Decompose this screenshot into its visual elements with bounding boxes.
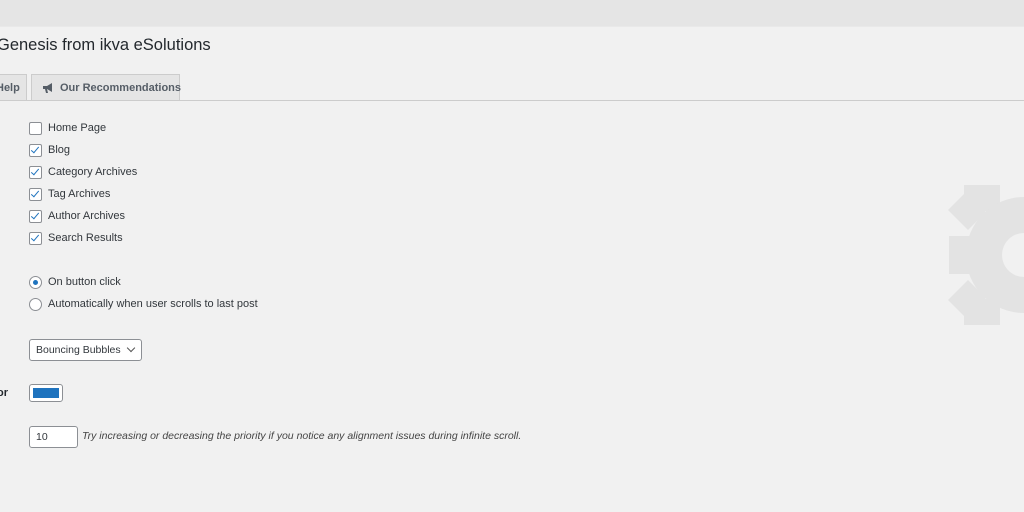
radio-button[interactable] bbox=[29, 275, 42, 289]
tab-our-recommendations[interactable]: Our Recommendations bbox=[31, 74, 182, 100]
settings-page: Genesis from ikva eSolutions Help Our Re… bbox=[0, 0, 1024, 512]
radio-on-button-click[interactable]: On button click bbox=[29, 274, 121, 290]
loader-style-value: Bouncing Bubbles bbox=[36, 344, 121, 356]
checkbox-label: Tag Archives bbox=[48, 188, 111, 200]
tab-divider bbox=[0, 100, 1024, 101]
checkbox-category-archives[interactable]: Category Archives bbox=[29, 164, 137, 180]
checkbox-label: Search Results bbox=[48, 232, 123, 244]
checkbox-label: Home Page bbox=[48, 122, 107, 134]
checkbox-home-page[interactable]: Home Page bbox=[29, 120, 106, 136]
page-title: Genesis from ikva eSolutions bbox=[0, 36, 211, 54]
checkbox-search-results[interactable]: Search Results bbox=[29, 230, 123, 246]
checkbox-blog[interactable]: Blog bbox=[29, 142, 70, 158]
checkbox-box[interactable] bbox=[29, 121, 42, 135]
checkbox-box[interactable] bbox=[29, 209, 42, 223]
checkbox-tag-archives[interactable]: Tag Archives bbox=[29, 186, 110, 202]
color-picker-button[interactable] bbox=[29, 384, 63, 402]
radio-button[interactable] bbox=[29, 297, 42, 311]
checkbox-box[interactable] bbox=[29, 165, 42, 179]
priority-hint: Try increasing or decreasing the priorit… bbox=[82, 430, 522, 442]
priority-input[interactable]: 10 bbox=[29, 426, 78, 448]
loader-style-select[interactable]: Bouncing Bubbles bbox=[29, 339, 142, 361]
chevron-down-icon bbox=[126, 343, 136, 353]
gear-icon bbox=[944, 180, 1024, 335]
settings-tabs: Help Our Recommendations bbox=[0, 74, 1024, 101]
radio-auto-scroll[interactable]: Automatically when user scrolls to last … bbox=[29, 296, 258, 312]
checkbox-label: Category Archives bbox=[48, 166, 138, 178]
checkbox-box[interactable] bbox=[29, 231, 42, 245]
tab-help-label: Help bbox=[0, 81, 20, 94]
checkbox-label: Blog bbox=[48, 144, 71, 156]
admin-top-bar bbox=[0, 0, 1024, 27]
checkbox-author-archives[interactable]: Author Archives bbox=[29, 208, 125, 224]
radio-label: Automatically when user scrolls to last … bbox=[48, 298, 258, 310]
checkbox-box[interactable] bbox=[29, 143, 42, 157]
color-swatch bbox=[33, 388, 59, 398]
priority-value: 10 bbox=[36, 431, 48, 443]
tab-help[interactable]: Help bbox=[0, 74, 27, 100]
radio-label: On button click bbox=[48, 276, 121, 288]
checkbox-label: Author Archives bbox=[48, 210, 126, 222]
checkbox-box[interactable] bbox=[29, 187, 42, 201]
color-field-label: or bbox=[0, 387, 8, 399]
tab-our-recommendations-label: Our Recommendations bbox=[60, 81, 182, 94]
megaphone-icon bbox=[41, 81, 55, 95]
